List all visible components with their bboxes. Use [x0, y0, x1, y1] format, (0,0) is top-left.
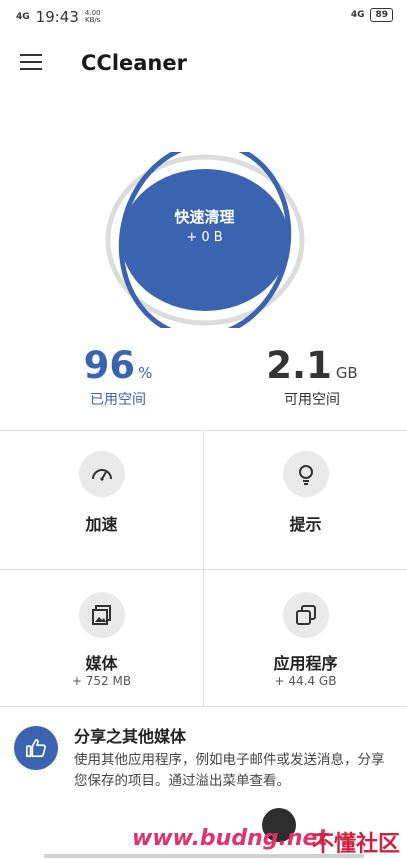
tile-media-size: + 752 MB — [71, 674, 132, 688]
network-speed-unit: KB/s — [84, 16, 101, 24]
tile-apps-label: 应用程序 — [273, 654, 338, 673]
share-card-title: 分享之其他媒体 — [74, 727, 187, 746]
tile-tips[interactable]: 提示 — [204, 431, 407, 569]
battery-icon: 89 — [370, 8, 393, 22]
lightbulb-icon — [282, 451, 329, 497]
tile-apps-size: + 44.4 GB — [274, 674, 337, 688]
free-space-unit: GB — [335, 364, 358, 382]
tile-media[interactable]: 媒体 + 752 MB — [0, 570, 203, 706]
free-space-value: 2.1 — [266, 344, 332, 387]
signal-icon-right: 4G — [350, 10, 365, 20]
speedometer-icon — [78, 451, 125, 497]
apps-stack-icon — [282, 592, 329, 638]
status-time: 19:43 — [35, 8, 79, 26]
quick-clean-size: + 0 B — [186, 230, 223, 245]
quick-clean-label: 快速清理 — [174, 208, 235, 226]
share-card[interactable]: 分享之其他媒体 使用其他应用程序，例如电子邮件或发送消息，分享您保存的项目。通过… — [0, 708, 407, 828]
used-space-value: 96 — [83, 344, 136, 387]
watermark-site: www.budng.net — [132, 826, 328, 851]
used-space-label: 已用空间 — [90, 392, 146, 408]
app-bar: CCleaner — [0, 34, 407, 92]
image-icon — [78, 592, 125, 638]
share-card-body: 使用其他应用程序，例如电子邮件或发送消息，分享您保存的项目。通过溢出菜单查看。 — [74, 752, 385, 789]
tile-media-label: 媒体 — [85, 654, 118, 673]
free-space-label: 可用空间 — [284, 392, 340, 408]
network-speed: 4.00 KB/s — [85, 10, 101, 24]
tile-tips-label: 提示 — [289, 515, 322, 534]
hamburger-menu-icon[interactable] — [20, 54, 42, 70]
thumbs-up-icon — [14, 726, 58, 770]
divider — [0, 706, 407, 707]
used-space-unit: % — [138, 364, 153, 382]
free-space-stat: 2.1 GB 可用空间 — [257, 344, 367, 409]
tile-apps[interactable]: 应用程序 + 44.4 GB — [204, 570, 407, 706]
used-space-stat: 96% 已用空间 — [68, 344, 168, 409]
status-bar: 4G 19:43 4.00 KB/s 4G 89 — [0, 0, 407, 34]
tile-speed-up-label: 加速 — [85, 515, 118, 534]
app-title: CCleaner — [81, 51, 187, 75]
navigation-bar — [44, 854, 364, 858]
tile-speed-up[interactable]: 加速 — [0, 431, 203, 569]
signal-icon-left: 4G — [16, 11, 30, 22]
